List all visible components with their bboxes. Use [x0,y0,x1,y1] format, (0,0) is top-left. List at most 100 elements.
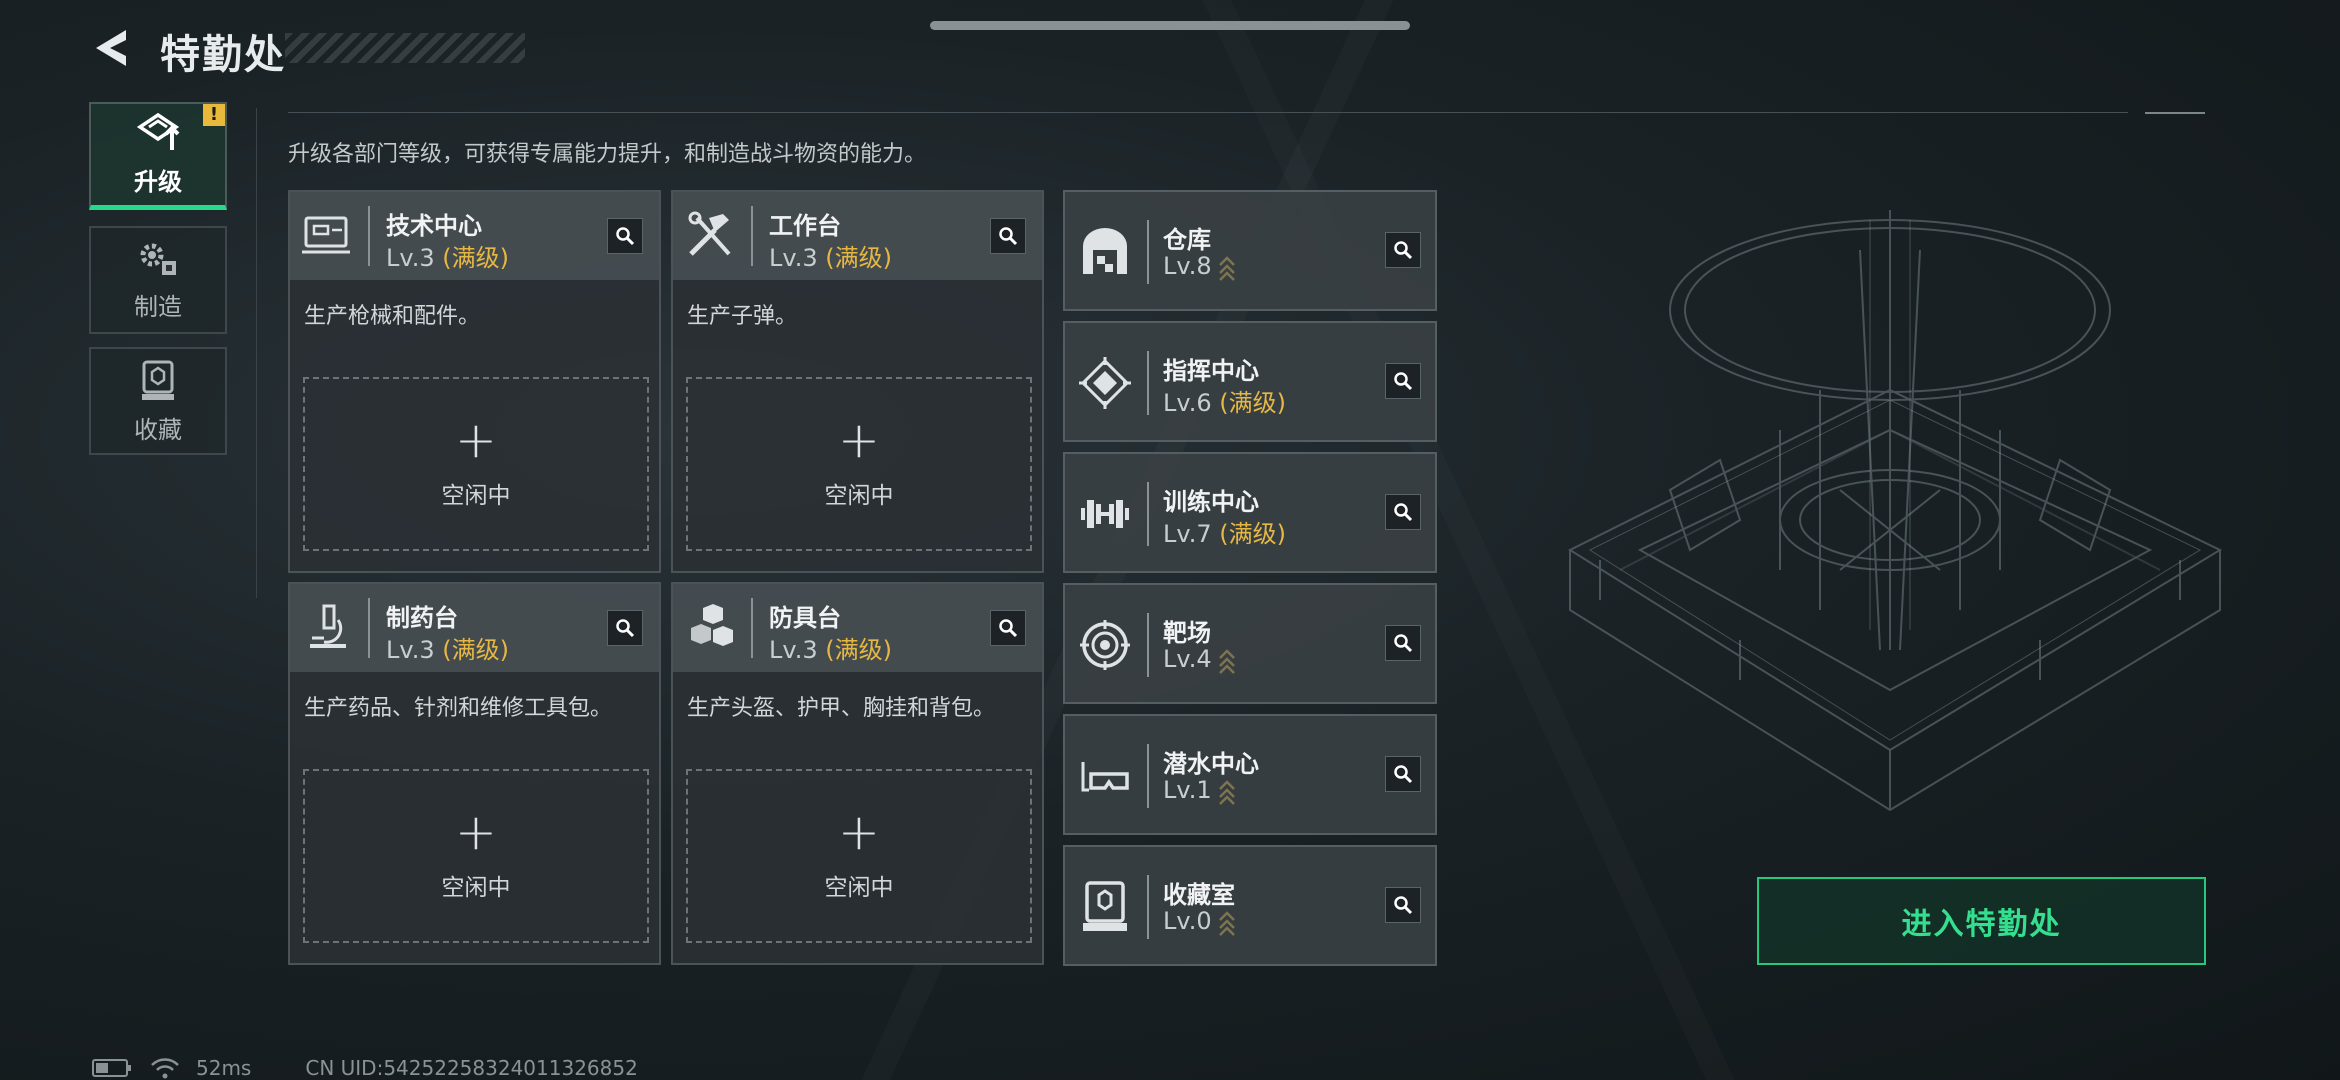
facility-level: Lv.1 [1163,776,1236,805]
plus-icon: + [455,803,497,861]
facility-name: 工作台 [769,212,841,240]
upgrade-available-icon [1218,649,1235,674]
facility-name: 防具台 [769,604,841,632]
back-button[interactable] [88,26,136,70]
facility-description: 生产头盔、护甲、胸挂和背包。 [687,696,996,721]
card-header: 制药台 Lv.3 (满级) [290,584,659,672]
enter-button-label: 进入特勤处 [1901,907,2062,942]
back-arrow-icon [96,30,126,66]
divider [288,112,2128,113]
search-icon [616,227,635,246]
status-bar: 52ms CN UID:54252258324011326852 [92,1056,638,1080]
facility-name: 靶场 [1163,619,1211,647]
search-icon [1394,503,1413,522]
separator [368,206,370,266]
facility-level: Lv.7 (满级) [1163,520,1286,548]
separator [751,598,753,658]
gears-icon [140,243,176,275]
tab-label: 升级 [134,168,182,196]
slot-status: 空闲中 [441,875,511,901]
search-icon [999,619,1018,638]
search-icon [616,619,635,638]
plus-icon: + [838,803,880,861]
facility-name: 制药台 [386,604,458,632]
production-slot[interactable]: + 空闲中 [303,377,649,551]
inspect-button[interactable] [1385,756,1421,792]
tab-collection[interactable]: 收藏 [89,347,227,455]
divider [256,108,257,598]
tools-icon [688,211,731,256]
inspect-button[interactable] [607,610,643,646]
title-decoration [285,33,525,63]
base-wireframe-illustration [1567,210,2223,812]
facility-level: Lv.8 [1163,252,1236,281]
tab-manufacture[interactable]: 制造 [89,226,227,334]
separator [1147,482,1149,546]
production-slot[interactable]: + 空闲中 [686,769,1032,943]
card-header: 技术中心 Lv.3 (满级) [290,192,659,280]
slot-status: 空闲中 [441,483,511,509]
inspect-button[interactable] [1385,887,1421,923]
facility-name: 训练中心 [1163,488,1259,516]
facility-card-armor-bench[interactable]: 防具台 Lv.3 (满级) 生产头盔、护甲、胸挂和背包。 + 空闲中 [671,582,1044,965]
facility-card-diving-center[interactable]: 潜水中心 Lv.1 [1063,714,1437,835]
search-icon [1394,372,1413,391]
facility-card-workbench[interactable]: 工作台 Lv.3 (满级) 生产子弹。 + 空闲中 [671,190,1044,573]
card-header: 工作台 Lv.3 (满级) [673,192,1042,280]
ping-value: 52ms [196,1056,252,1080]
separator [1147,220,1149,284]
facility-level: Lv.6 (满级) [1163,389,1286,417]
page-title: 特勤处 [160,32,286,78]
facility-level: Lv.3 (满级) [386,636,509,664]
inspect-button[interactable] [1385,625,1421,661]
tab-label: 制造 [134,292,182,321]
facility-description: 生产药品、针剂和维修工具包。 [304,696,613,721]
facility-card-shooting-range[interactable]: 靶场 Lv.4 [1063,583,1437,704]
slot-status: 空闲中 [824,875,894,901]
upgrade-icon [136,112,180,150]
search-icon [1394,241,1413,260]
card-header: 防具台 Lv.3 (满级) [673,584,1042,672]
enter-special-ops-button[interactable]: 进入特勤处 [1757,877,2206,965]
computer-icon [302,216,350,254]
collection-icon [142,360,174,400]
upgrade-available-icon [1218,780,1235,805]
facility-card-command-center[interactable]: 指挥中心 Lv.6 (满级) [1063,321,1437,442]
facility-level: Lv.3 (满级) [769,636,892,664]
user-uid: CN UID:54252258324011326852 [305,1056,638,1080]
facility-card-warehouse[interactable]: 仓库 Lv.8 [1063,190,1437,311]
search-icon [1394,896,1413,915]
production-slot[interactable]: + 空闲中 [303,769,649,943]
armor-blocks-icon [691,604,733,646]
facility-card-collection-room[interactable]: 收藏室 Lv.0 [1063,845,1437,966]
top-drag-handle[interactable] [930,21,1410,30]
tab-upgrade[interactable]: ! 升级 [89,102,227,210]
upgrade-available-icon [1218,911,1235,936]
plus-icon: + [838,411,880,469]
facility-name: 潜水中心 [1163,750,1259,778]
facility-card-tech-center[interactable]: 技术中心 Lv.3 (满级) 生产枪械和配件。 + 空闲中 [288,190,661,573]
separator [1147,875,1149,939]
facility-level: Lv.3 (满级) [769,244,892,272]
inspect-button[interactable] [1385,232,1421,268]
inspect-button[interactable] [607,218,643,254]
inspect-button[interactable] [1385,363,1421,399]
search-icon [1394,765,1413,784]
wifi-icon [151,1058,179,1079]
plus-icon: + [455,411,497,469]
inspect-button[interactable] [990,610,1026,646]
facility-level: Lv.0 [1163,907,1236,936]
facility-card-pharmacy[interactable]: 制药台 Lv.3 (满级) 生产药品、针剂和维修工具包。 + 空闲中 [288,582,661,965]
inspect-button[interactable] [1385,494,1421,530]
diving-mask-icon [1081,762,1129,792]
inspect-button[interactable] [990,218,1026,254]
production-slot[interactable]: + 空闲中 [686,377,1032,551]
divider [2145,112,2205,114]
facility-description: 生产枪械和配件。 [304,304,481,329]
facility-description: 生产子弹。 [687,304,798,329]
dumbbell-icon [1081,500,1129,528]
facility-card-training-center[interactable]: 训练中心 Lv.7 (满级) [1063,452,1437,573]
warehouse-icon [1083,228,1127,274]
search-icon [999,227,1018,246]
facility-name: 技术中心 [386,212,482,240]
